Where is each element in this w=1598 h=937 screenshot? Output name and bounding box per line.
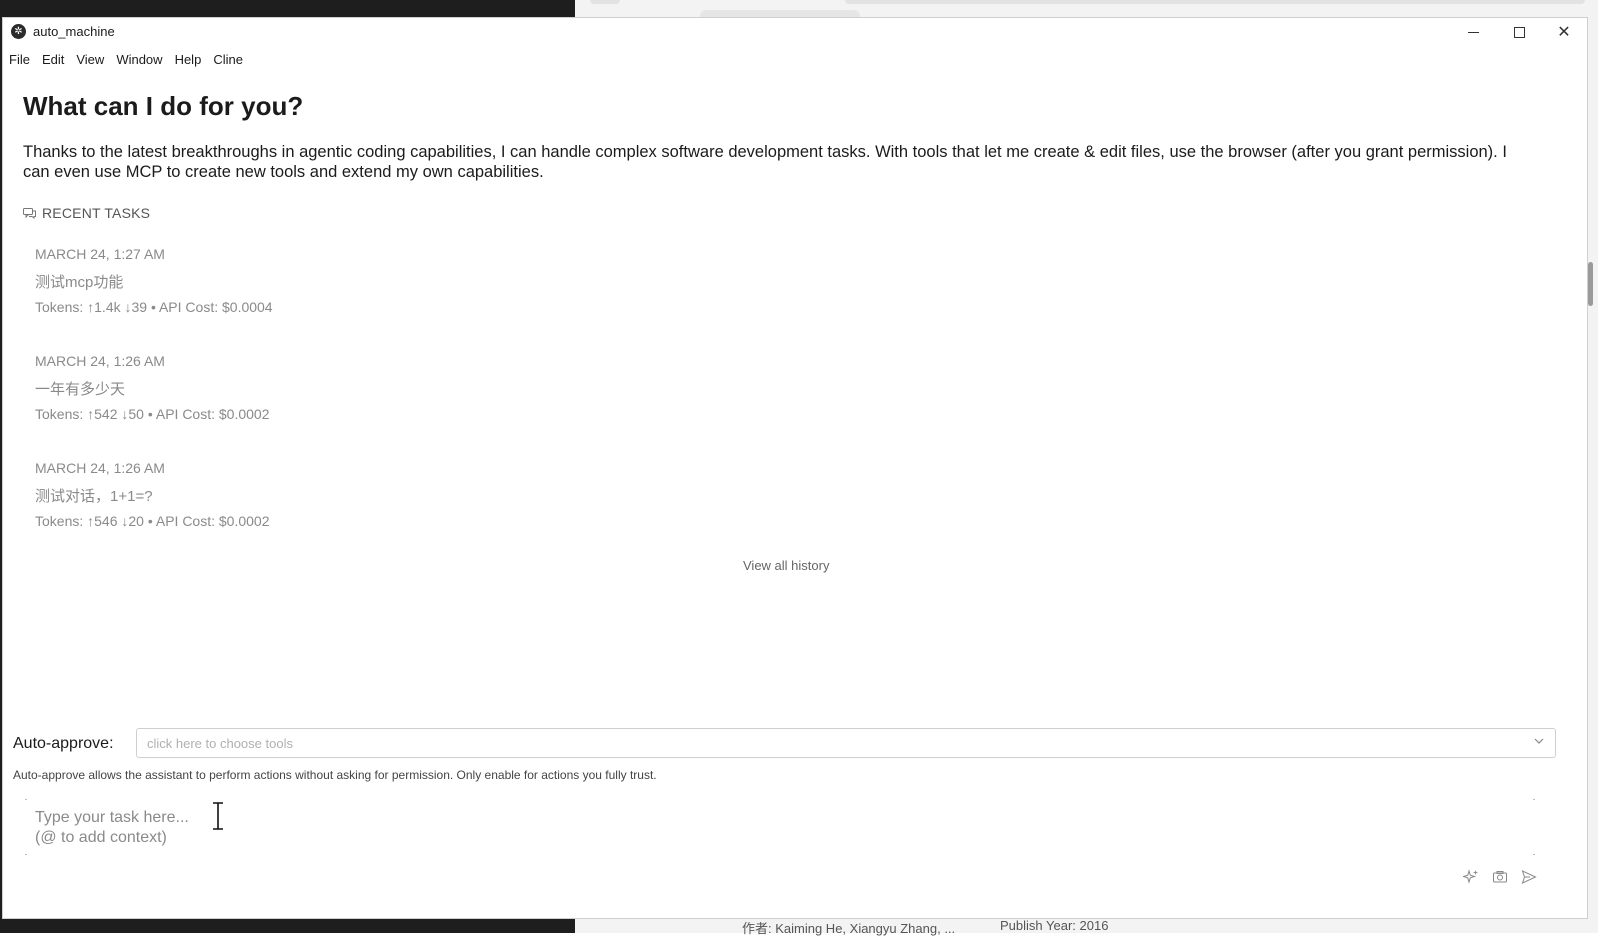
window-title: auto_machine — [33, 24, 115, 39]
intro-text: Thanks to the latest breakthroughs in ag… — [23, 143, 1507, 181]
menu-edit[interactable]: Edit — [36, 50, 70, 70]
maximize-button[interactable] — [1496, 18, 1542, 46]
history-item[interactable]: MARCH 24, 1:27 AM 测试mcp功能 Tokens: ↑1.4k … — [35, 246, 273, 315]
title-bar: ✲ auto_machine ✕ — [3, 18, 1587, 46]
app-logo-icon: ✲ — [11, 24, 26, 39]
history-item-date: MARCH 24, 1:26 AM — [35, 353, 165, 369]
close-icon: ✕ — [1557, 24, 1571, 41]
auto-approve-label: Auto-approve: — [13, 735, 114, 752]
send-icon[interactable] — [1521, 869, 1537, 885]
menu-file[interactable]: File — [3, 50, 36, 70]
history-item-date: MARCH 24, 1:27 AM — [35, 246, 165, 262]
auto-approve-select[interactable]: click here to choose tools — [136, 728, 1556, 758]
history-item-title: 一年有多少天 — [35, 381, 126, 398]
maximize-icon — [1513, 26, 1525, 38]
history-item-meta: Tokens: ↑542 ↓50 • API Cost: $0.0002 — [35, 406, 270, 422]
minimize-icon — [1467, 31, 1479, 33]
view-all-history-button[interactable]: View all history — [743, 558, 829, 573]
close-button[interactable]: ✕ — [1541, 18, 1587, 46]
auto-approve-note: Auto-approve allows the assistant to per… — [13, 768, 657, 782]
background-author-text: 作者: Kaiming He, Xiangyu Zhang, ... — [742, 921, 956, 936]
menu-bar: File Edit View Window Help Cline — [3, 50, 249, 70]
page-title: What can I do for you? — [23, 91, 304, 121]
background-tab — [590, 0, 620, 4]
history-item-meta: Tokens: ↑546 ↓20 • API Cost: $0.0002 — [35, 513, 270, 529]
camera-icon[interactable] — [1492, 869, 1508, 885]
minimize-button[interactable] — [1450, 18, 1496, 46]
history-item-date: MARCH 24, 1:26 AM — [35, 460, 165, 476]
history-item[interactable]: MARCH 24, 1:26 AM 测试对话，1+1=? Tokens: ↑54… — [35, 460, 270, 529]
menu-help[interactable]: Help — [169, 50, 208, 70]
menu-window[interactable]: Window — [110, 50, 168, 70]
auto-approve-placeholder: click here to choose tools — [147, 736, 293, 751]
history-item[interactable]: MARCH 24, 1:26 AM 一年有多少天 Tokens: ↑542 ↓5… — [35, 353, 270, 422]
app-window: ✲ auto_machine ✕ File Edit View Window H… — [2, 17, 1588, 919]
chevron-down-icon — [1534, 738, 1544, 744]
menu-view[interactable]: View — [70, 50, 110, 70]
input-actions — [1463, 869, 1537, 885]
menu-cline[interactable]: Cline — [207, 50, 249, 70]
history-item-title: 测试对话，1+1=? — [35, 488, 153, 505]
task-input[interactable] — [25, 798, 1565, 856]
history-item-title: 测试mcp功能 — [35, 274, 124, 291]
text-cursor-icon — [213, 802, 223, 830]
comments-icon — [23, 207, 36, 219]
background-tab — [845, 0, 1585, 4]
sparkle-icon[interactable] — [1463, 869, 1479, 885]
background-scrollbar-thumb — [1588, 262, 1593, 306]
recent-tasks-header: RECENT TASKS — [23, 205, 150, 221]
background-year-text: Publish Year: 2016 — [1000, 918, 1109, 933]
history-item-meta: Tokens: ↑1.4k ↓39 • API Cost: $0.0004 — [35, 299, 273, 315]
recent-tasks-label: RECENT TASKS — [42, 205, 151, 221]
